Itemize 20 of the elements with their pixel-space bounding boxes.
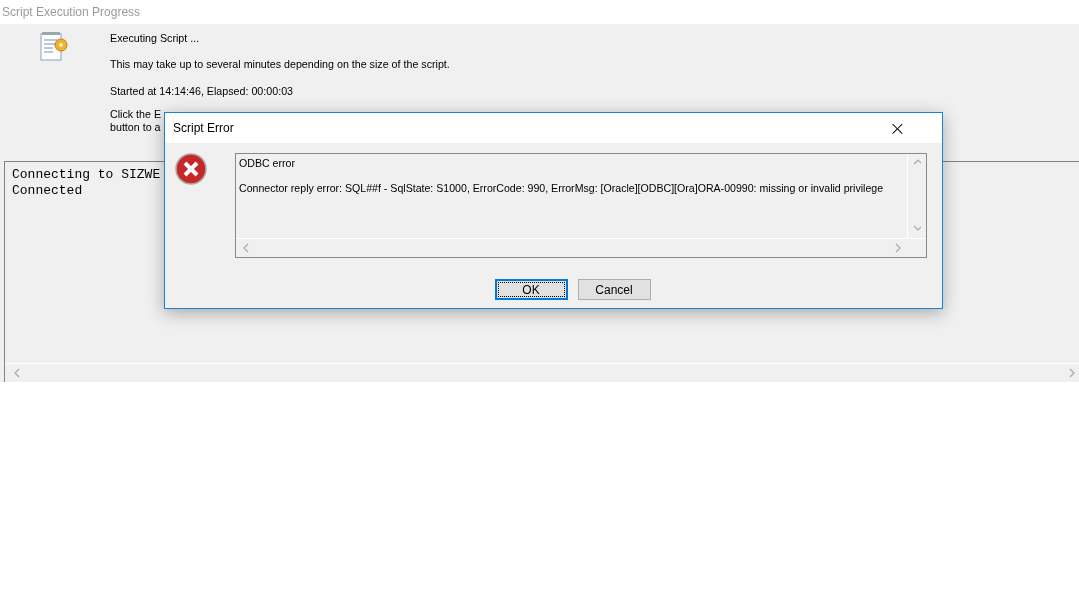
duration-note: This may take up to several minutes depending on the size of the script. [110,58,450,71]
error-message: ODBC error [239,157,296,169]
window-title: Script Execution Progress [2,5,141,19]
script-document-icon [38,30,70,63]
dialog-title: Script Error [173,121,234,135]
log-line: Connecting to SIZWE [12,167,161,183]
error-icon [175,153,207,185]
close-button[interactable]: × [861,117,934,139]
cancel-button[interactable]: Cancel [577,279,651,300]
status-heading: Executing Script ... [110,32,200,45]
timing-text: Started at 14:14:46, Elapsed: 00:00:03 [110,85,293,98]
scroll-right-icon[interactable] [894,243,902,253]
instruction-text: button to a [110,121,161,134]
instruction-text: Click the E [110,108,162,121]
error-message: Connector reply error: SQL##f - SqlState: S1000, ErrorCode: 990, ErrorMsg: [Oracle][ODBC][Ora]ORA-00990: missing or invalid privilege [239,182,885,194]
scroll-right-icon[interactable] [1068,368,1076,378]
ok-button[interactable]: OK [494,279,568,300]
scroll-left-icon[interactable] [13,368,21,378]
scroll-left-icon[interactable] [242,243,250,253]
log-line: Connected [12,183,83,199]
